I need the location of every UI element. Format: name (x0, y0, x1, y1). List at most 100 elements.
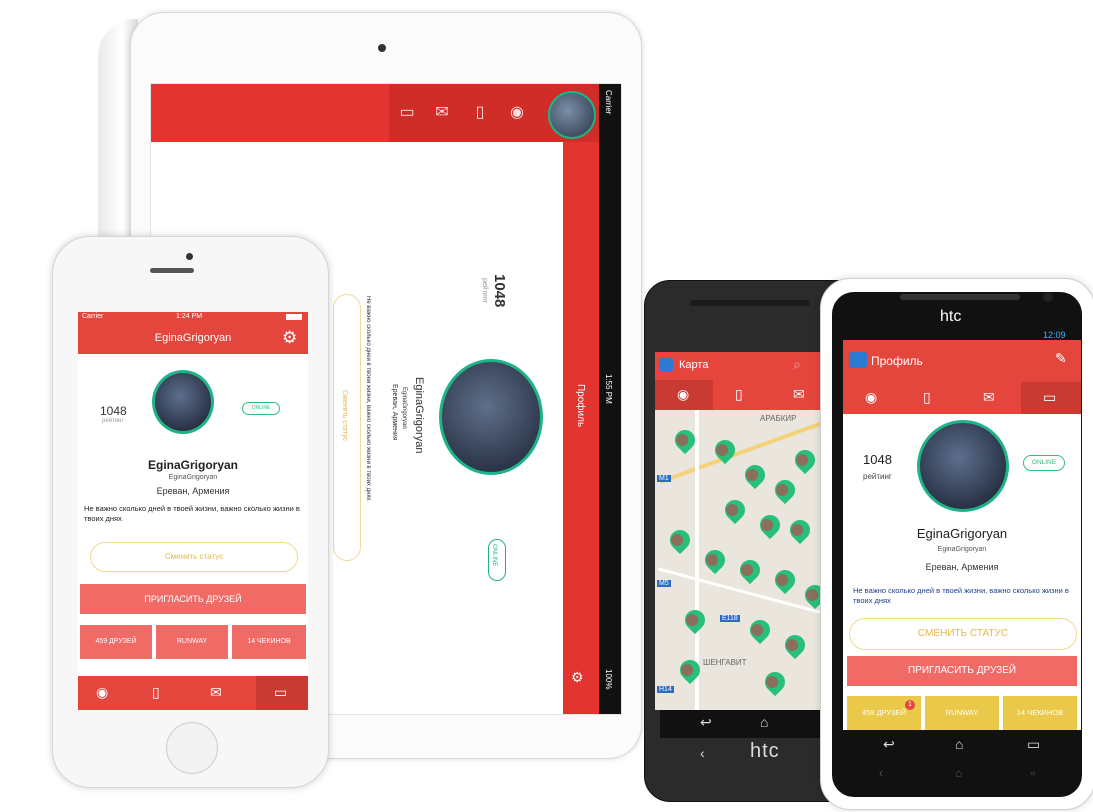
iphone-home-button[interactable] (166, 722, 218, 774)
map-pin-photo (748, 621, 766, 639)
map-pin[interactable] (770, 565, 800, 595)
back-arrow-icon[interactable]: ‹ (879, 766, 883, 780)
iphone-city: Ереван, Армения (156, 486, 230, 496)
back-icon[interactable]: ↩ (883, 736, 895, 753)
map-pin[interactable] (755, 510, 785, 540)
map-pin[interactable] (700, 545, 730, 575)
htc-white-camera (1043, 292, 1053, 302)
iphone-status-bar: Carrier 1:24 PM (78, 312, 308, 324)
htc-dark-brand: htc (750, 740, 780, 762)
htc-white-username: EginaGrigoryan (916, 526, 1008, 541)
map-pin[interactable] (665, 525, 695, 555)
ipad-profile-photo (439, 359, 543, 475)
back-icon[interactable]: ↩ (700, 714, 712, 731)
pin-icon[interactable]: ◉ (96, 684, 108, 701)
htc-white-status-bar: 12:09 (843, 330, 1081, 340)
map-pin-photo (673, 431, 691, 449)
map-pin[interactable] (790, 445, 820, 475)
mail-icon[interactable]: ✉ (793, 386, 805, 403)
iphone-speaker (150, 268, 194, 273)
tab-profile-active[interactable]: ▭ (256, 676, 308, 710)
map-pin[interactable] (770, 475, 800, 505)
back-arrow-icon[interactable]: ‹ (700, 745, 705, 761)
iphone-nav-bar: EginaGrigoryan ⚙ (78, 324, 308, 354)
mail-icon[interactable]: ✉ (983, 389, 995, 406)
map-road-sign: M1 (657, 475, 671, 482)
iphone-carrier: Carrier (82, 313, 104, 320)
iphone-checkins-stat[interactable]: 14 ЧЕКИНОВ (232, 625, 306, 659)
id-card-icon: ▭ (274, 684, 288, 700)
iphone-rating-value: 1048 (100, 404, 127, 418)
search-icon[interactable]: ⌕ (793, 356, 801, 373)
map-pin-photo (743, 466, 761, 484)
map-pin-photo (713, 441, 731, 459)
map-pin[interactable] (745, 615, 775, 645)
iphone-change-status-button[interactable]: Сменить статус (90, 542, 298, 572)
map-pin-photo (738, 561, 756, 579)
htc-white-rating-value: 1048 (863, 452, 892, 467)
battery-icon (286, 314, 302, 320)
ipad-header-avatar[interactable] (548, 91, 596, 139)
map-pin[interactable] (675, 655, 705, 685)
home-icon[interactable]: ⌂ (760, 714, 768, 730)
book-icon[interactable]: ▯ (152, 684, 160, 701)
map-pin-photo (763, 673, 781, 691)
htc-dark-tab-bar: ◉ ▯ ✉ (655, 380, 830, 410)
home-icon[interactable]: ⌂ (955, 766, 962, 780)
tab-profile-active[interactable]: ▭ (1021, 382, 1081, 414)
iphone-screen: Carrier 1:24 PM EginaGrigoryan ⚙ 1048 ре… (78, 312, 308, 710)
htc-white-username-small: EginaGrigoryan (937, 546, 987, 553)
map-pin[interactable] (735, 555, 765, 585)
map-pin-photo (773, 481, 791, 499)
pin-icon[interactable]: ◉ (865, 389, 877, 406)
htc-white-runway-stat[interactable]: RUNWAY (925, 696, 999, 730)
home-icon[interactable]: ⌂ (955, 736, 963, 752)
iphone-rating-label: рейтинг (102, 418, 124, 424)
tab-map-active[interactable]: ◉ (655, 380, 713, 410)
notification-badge: 1 (905, 700, 915, 710)
id-card-icon[interactable]: ▭ (396, 102, 418, 124)
edit-pencil-icon[interactable]: ✎ (1055, 350, 1067, 367)
book-icon[interactable]: ▯ (923, 389, 931, 406)
ipad-change-status-button[interactable]: Сменить статус (333, 294, 361, 561)
map-pin[interactable] (720, 495, 750, 525)
map-view[interactable]: АРАБКИР ШЕНГАВИТ M1 M5 E118 H14 (655, 410, 830, 710)
pin-icon: ◉ (677, 386, 690, 402)
mail-icon[interactable]: ✉ (431, 102, 453, 124)
ipad-rating-value: 1048 (491, 274, 508, 308)
iphone-invite-button[interactable]: ПРИГЛАСИТЬ ДРУЗЕЙ (80, 584, 306, 614)
book-icon[interactable]: ▯ (469, 102, 491, 124)
gear-icon[interactable]: ⚙ (282, 328, 297, 348)
htc-white-tab-bar: ◉ ▯ ✉ ▭ (843, 382, 1081, 414)
htc-white-invite-button[interactable]: ПРИГЛАСИТЬ ДРУЗЕЙ (847, 656, 1077, 686)
map-pin[interactable] (785, 515, 815, 545)
htc-dark-action-bar: Карта ⌕ (655, 352, 830, 380)
map-pin[interactable] (760, 667, 790, 697)
ipad-online-label: ONLINE (491, 544, 497, 567)
map-pin-photo (803, 586, 821, 604)
map-pin-photo (793, 451, 811, 469)
htc-white-checkins-stat[interactable]: 14 ЧЕКИНОВ (1003, 696, 1077, 730)
map-pin[interactable] (780, 630, 810, 660)
ipad-rating-label: рейтинг (481, 278, 488, 304)
htc-white-status-text: Не важно сколько дней в твоей жизни, важ… (853, 586, 1069, 605)
map-pin[interactable] (680, 605, 710, 635)
pin-icon[interactable]: ◉ (506, 102, 528, 124)
gear-icon[interactable]: ⚙ (571, 669, 584, 686)
htc-white-screen: Профиль ✎ ◉ ▯ ✉ ▭ 1048 рейтинг ONLINE Eg… (843, 340, 1081, 730)
ipad-city: Ереван, Армения (391, 384, 398, 441)
iphone-runway-stat[interactable]: RUNWAY (156, 625, 228, 659)
htc-white-time: 12:09 (1043, 330, 1066, 340)
recent-apps-icon[interactable]: ▭ (1027, 736, 1040, 753)
map-road-sign: H14 (657, 686, 674, 693)
htc-white-change-status-button[interactable]: СМЕНИТЬ СТАТУС (849, 618, 1077, 650)
book-icon[interactable]: ▯ (735, 386, 743, 403)
map-pin[interactable] (740, 460, 770, 490)
map-pin-photo (723, 501, 741, 519)
recent-apps-icon[interactable]: ▫ (1031, 766, 1035, 780)
iphone-online-badge: ONLINE (242, 402, 280, 415)
mail-icon[interactable]: ✉ (210, 684, 222, 701)
htc-white-city: Ереван, Армения (925, 562, 999, 572)
iphone-friends-stat[interactable]: 459 ДРУЗЕЙ (80, 625, 152, 659)
map-road-sign: E118 (720, 615, 740, 622)
